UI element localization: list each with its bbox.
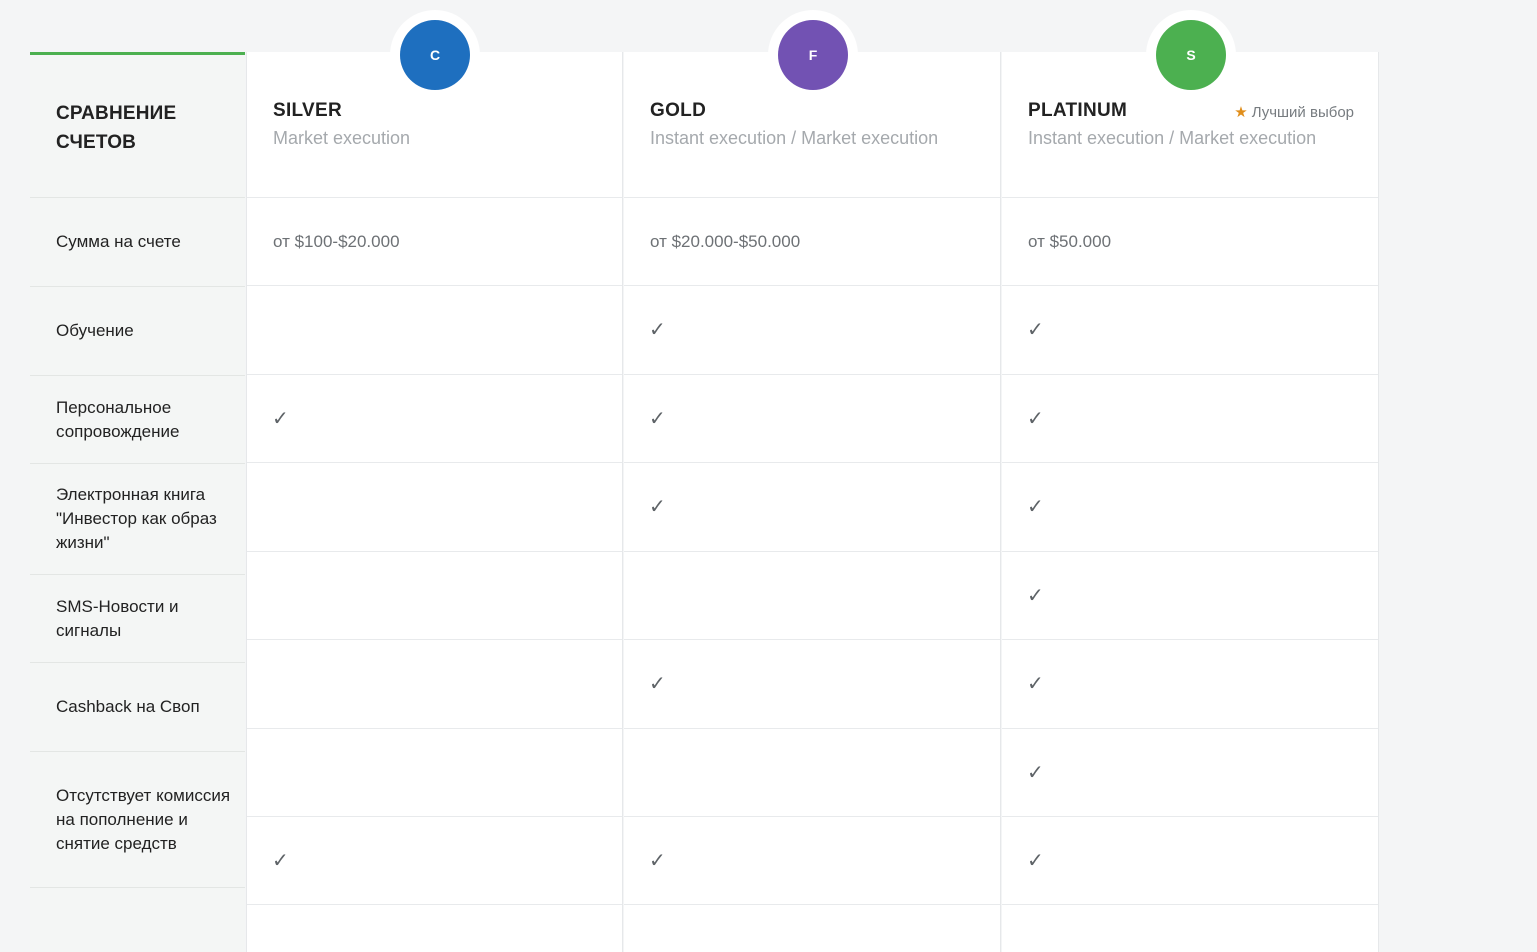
plan-cell: ✓ bbox=[624, 463, 1000, 552]
row-label-amount: Сумма на счете bbox=[56, 232, 181, 251]
plan-cell: ✓ bbox=[1002, 729, 1378, 817]
checkmark-icon: ✓ bbox=[1027, 849, 1044, 872]
row-label-cell: Сумма на счете bbox=[30, 198, 245, 287]
plan-cell: ✓ bbox=[1002, 463, 1378, 552]
best-choice-badge: ★ Лучший выбор bbox=[1234, 103, 1354, 121]
plan-cell: ✓ bbox=[1002, 552, 1378, 640]
plan-cell: ✓ bbox=[624, 286, 1000, 375]
row-label-no-commission: Отсутствует комиссия на пополнение и сня… bbox=[56, 785, 231, 853]
checkmark-icon: ✓ bbox=[272, 407, 289, 430]
row-label-cell: Персональное сопровождение bbox=[30, 376, 245, 464]
checkmark-icon: ✓ bbox=[1027, 584, 1044, 607]
row-label-cell: Электронная книга "Инвестор как образ жи… bbox=[30, 464, 245, 575]
plan-column-gold: GOLD Instant execution / Market executio… bbox=[624, 52, 1001, 952]
plan-badge-ring-gold: F bbox=[768, 10, 858, 100]
plan-badge-gold: F bbox=[778, 20, 848, 90]
checkmark-icon: ✓ bbox=[1027, 319, 1044, 341]
plan-cell bbox=[247, 640, 622, 729]
star-icon: ★ bbox=[1234, 104, 1248, 121]
checkmark-icon: ✓ bbox=[649, 496, 666, 518]
checkmark-icon: ✓ bbox=[1027, 673, 1044, 695]
row-label-cell: Отсутствует комиссия на пополнение и сня… bbox=[30, 752, 245, 888]
plan-badge-platinum: S bbox=[1156, 20, 1226, 90]
amount-value: от $50.000 bbox=[1028, 231, 1112, 251]
plan-badge-ring-platinum: S bbox=[1146, 10, 1236, 100]
plan-cell: ✓ bbox=[1002, 286, 1378, 375]
row-label-personal-support: Персональное сопровождение bbox=[56, 397, 180, 441]
checkmark-icon: ✓ bbox=[1027, 407, 1044, 430]
row-label-ebook: Электронная книга "Инвестор как образ жи… bbox=[56, 485, 217, 552]
checkmark-icon: ✓ bbox=[1027, 761, 1044, 784]
plan-cell bbox=[624, 729, 1000, 817]
plan-cell: от $50.000 bbox=[1002, 198, 1378, 286]
plan-cell: ✓ bbox=[624, 375, 1000, 463]
plan-cell: от $100-$20.000 bbox=[247, 198, 622, 286]
plan-cell: ✓ bbox=[1002, 640, 1378, 729]
plan-name: PLATINUM bbox=[1028, 100, 1128, 121]
row-label-cell: Cashback на Своп bbox=[30, 663, 245, 752]
checkmark-icon: ✓ bbox=[649, 319, 666, 341]
checkmark-icon: ✓ bbox=[272, 849, 289, 872]
plan-column-silver: SILVER Market execution от $100-$20.000 … bbox=[246, 52, 623, 952]
plan-column-platinum: PLATINUM ★ Лучший выбор Instant execution… bbox=[1002, 52, 1379, 952]
plan-cell bbox=[247, 286, 622, 375]
plan-badge-ring-silver: C bbox=[390, 10, 480, 100]
plan-cell bbox=[624, 552, 1000, 640]
account-comparison-table: СРАВНЕНИЕ СЧЕТОВ Сумма на счете Обучение… bbox=[30, 52, 1379, 952]
plan-cell bbox=[247, 552, 622, 640]
row-label-training: Обучение bbox=[56, 321, 134, 340]
plan-execution: Instant execution / Market execution bbox=[1028, 128, 1317, 148]
best-choice-label: Лучший выбор bbox=[1251, 104, 1354, 121]
plan-execution: Instant execution / Market execution bbox=[650, 128, 939, 148]
plan-cell bbox=[247, 463, 622, 552]
checkmark-icon: ✓ bbox=[649, 673, 666, 695]
checkmark-icon: ✓ bbox=[649, 407, 666, 430]
row-label-sms-news: SMS-Новости и сигналы bbox=[56, 596, 179, 640]
checkmark-icon: ✓ bbox=[1027, 496, 1044, 518]
comparison-title: СРАВНЕНИЕ СЧЕТОВ bbox=[56, 103, 177, 153]
plan-cell: ✓ bbox=[1002, 375, 1378, 463]
checkmark-icon: ✓ bbox=[649, 849, 666, 872]
plan-name: GOLD bbox=[650, 100, 707, 121]
plan-badge-silver: C bbox=[400, 20, 470, 90]
comparison-labels-column: СРАВНЕНИЕ СЧЕТОВ Сумма на счете Обучение… bbox=[30, 52, 245, 952]
amount-value: от $100-$20.000 bbox=[273, 231, 400, 251]
plan-cell: ✓ bbox=[624, 640, 1000, 729]
plan-cell: от $20.000-$50.000 bbox=[624, 198, 1000, 286]
row-label-cell: Обучение bbox=[30, 287, 245, 376]
plan-name: SILVER bbox=[273, 100, 343, 121]
plan-cell: ✓ bbox=[247, 375, 622, 463]
amount-value: от $20.000-$50.000 bbox=[650, 231, 801, 251]
plan-execution: Market execution bbox=[273, 128, 411, 148]
row-label-cashback: Cashback на Своп bbox=[56, 697, 200, 716]
plan-cell bbox=[247, 729, 622, 817]
row-label-cell: SMS-Новости и сигналы bbox=[30, 575, 245, 663]
comparison-header-cell: СРАВНЕНИЕ СЧЕТОВ bbox=[30, 55, 245, 198]
